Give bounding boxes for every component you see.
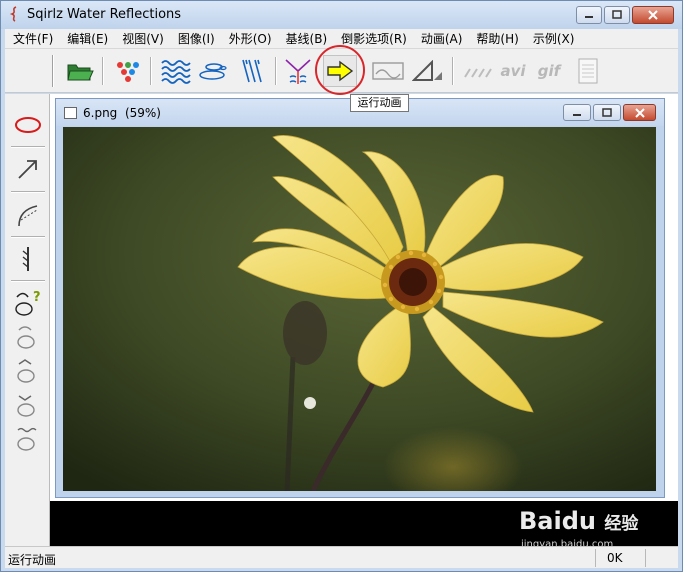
image-file-icon <box>64 107 77 119</box>
status-text: 运行动画 <box>8 553 57 567</box>
tooltip: 运行动画 <box>350 94 409 112</box>
menu-reflection-options[interactable]: 倒影选项(R) <box>333 30 413 47</box>
sqirlz-app-icon <box>9 6 17 22</box>
rain-lines-icon <box>242 59 262 83</box>
curve-tool[interactable] <box>13 200 43 230</box>
shape-help-icon: ? <box>15 290 41 316</box>
export-gif-button[interactable]: gif <box>532 55 566 87</box>
menu-image[interactable]: 图像(I) <box>170 30 221 47</box>
rain-button[interactable] <box>235 55 269 87</box>
document-window-controls <box>563 104 656 121</box>
menu-shape[interactable]: 外形(O) <box>221 30 278 47</box>
toolbar-separator <box>275 57 277 85</box>
line-marker-tool[interactable] <box>13 244 43 274</box>
tool-panel: ? <box>5 94 50 546</box>
status-bar: 运行动画 0K <box>5 546 678 568</box>
distort-button[interactable] <box>281 55 315 87</box>
ripples-button[interactable] <box>197 55 231 87</box>
minimize-icon <box>573 113 581 116</box>
curve-tool-icon <box>18 205 38 227</box>
waves-icon <box>161 60 191 84</box>
watermark-suffix: 经验 <box>604 514 639 534</box>
main-window: Sqirlz Water Reflections 文件(F) 编辑(E) 视图(… <box>0 0 683 572</box>
menu-edit[interactable]: 编辑(E) <box>59 30 114 47</box>
window-title: Sqirlz Water Reflections <box>27 7 182 22</box>
document-maximize-button[interactable] <box>593 104 621 121</box>
watermark-brand-2: du <box>561 507 596 535</box>
status-divider <box>645 549 646 567</box>
landscape-frame-icon <box>372 62 404 80</box>
shape-tool-3[interactable] <box>13 390 43 420</box>
document-title: 6.png (59%) <box>83 106 161 120</box>
maximize-button[interactable] <box>604 6 630 24</box>
close-icon <box>648 10 658 20</box>
tool-separator <box>11 191 45 193</box>
document-zoom: (59%) <box>124 106 161 120</box>
minimize-icon <box>585 16 593 18</box>
menu-examples[interactable]: 示例(X) <box>525 30 581 47</box>
ellipse-tool[interactable] <box>13 110 43 140</box>
colors-button[interactable] <box>111 55 145 87</box>
color-dots-icon <box>117 62 139 82</box>
toolbar-separator <box>452 57 454 85</box>
document-filename: 6.png <box>83 106 118 120</box>
ripples-icon <box>199 63 227 80</box>
ellipse-tool-icon <box>15 117 41 133</box>
baidu-watermark: Baidu 经验 <box>519 507 638 535</box>
line-marker-icon <box>22 247 29 271</box>
slashes-button[interactable] <box>460 55 494 87</box>
open-folder-icon <box>67 64 94 81</box>
highlight-circle <box>315 45 365 95</box>
document-minimize-button[interactable] <box>563 104 591 121</box>
perspective-triangle-icon <box>412 60 442 81</box>
title-bar[interactable]: Sqirlz Water Reflections <box>1 1 682 29</box>
maximize-icon <box>612 10 622 19</box>
status-divider <box>595 549 596 567</box>
shape-4-icon <box>17 427 37 451</box>
shape-1-icon <box>17 326 35 349</box>
document-close-button[interactable] <box>623 104 656 121</box>
shape-tool-4[interactable] <box>13 424 43 454</box>
maximize-icon <box>602 107 612 117</box>
tool-separator <box>11 236 45 238</box>
minimize-button[interactable] <box>576 6 602 24</box>
flower-photo[interactable] <box>63 127 656 491</box>
status-value: 0K <box>607 551 623 565</box>
toolbar-separator <box>102 57 104 85</box>
arrow-tool-icon <box>18 160 37 179</box>
watermark-brand: Bai <box>519 507 562 535</box>
menu-animation[interactable]: 动画(A) <box>413 30 469 47</box>
tool-separator <box>11 146 45 148</box>
close-button[interactable] <box>632 6 674 24</box>
distort-funnel-icon <box>285 59 311 84</box>
toolbar-grip[interactable] <box>52 55 54 87</box>
window-controls <box>576 6 674 24</box>
export-avi-button[interactable]: avi <box>496 55 530 87</box>
svg-text:?: ? <box>33 290 41 305</box>
menu-view[interactable]: 视图(V) <box>114 30 170 47</box>
close-icon <box>634 107 645 118</box>
shape-2-icon <box>17 359 35 383</box>
document-icon <box>578 58 598 84</box>
waves-button[interactable] <box>159 55 193 87</box>
landscape-button[interactable] <box>371 55 405 87</box>
shape-help-tool[interactable]: ? <box>13 288 43 318</box>
document-window: 6.png (59%) <box>55 98 665 498</box>
menu-help[interactable]: 帮助(H) <box>468 30 524 47</box>
slashes-icon <box>464 68 492 78</box>
shape-tool-1[interactable] <box>13 322 43 352</box>
tool-separator <box>11 280 45 282</box>
arrow-tool[interactable] <box>13 154 43 184</box>
avi-icon: avi <box>500 62 526 80</box>
gif-icon: gif <box>537 62 561 80</box>
open-button[interactable] <box>63 55 97 87</box>
shape-3-icon <box>17 395 35 417</box>
perspective-button[interactable] <box>411 55 445 87</box>
menu-file[interactable]: 文件(F) <box>5 30 59 47</box>
shape-tool-2[interactable] <box>13 356 43 386</box>
document-button[interactable] <box>571 55 605 87</box>
menu-baseline[interactable]: 基线(B) <box>278 30 334 47</box>
toolbar-separator <box>150 57 152 85</box>
